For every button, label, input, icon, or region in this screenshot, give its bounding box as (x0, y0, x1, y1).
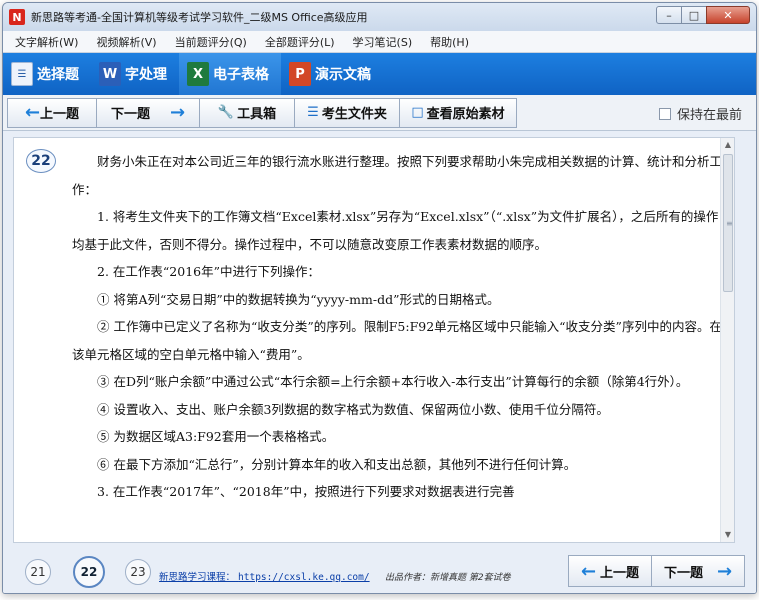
question-paragraph: ③ 在D列“账户余额”中通过公式“本行余额=上行余额+本行收入-本行支出”计算每… (97, 374, 689, 389)
toolbox-label: 工具箱 (237, 107, 277, 122)
title-bar: N 新思路等考通-全国计算机等级考试学习软件_二级MS Office高级应用 –… (3, 3, 756, 31)
question-paragraph: ① 将第A列“交易日期”中的数据转换为“yyyy-mm-dd”形式的日期格式。 (97, 291, 500, 307)
tab-choice-questions[interactable]: ☰ 选择题 (3, 53, 91, 95)
tab-spreadsheet-label: 电子表格 (213, 67, 269, 83)
tab-presentation-label: 演示文稿 (315, 67, 371, 83)
question-number-badge: 22 (26, 149, 56, 173)
question-paragraph: 1. 将考生文件夹下的工作簿文档“Excel素材.xlsx”另存为“Excel.… (72, 209, 719, 252)
bottom-bar: 21 22 23 新思路学习课程： https://cxsl.ke.qq.com… (3, 547, 756, 593)
bottom-next-label: 下一题 (663, 565, 703, 581)
question-paragraph: ④ 设置收入、支出、账户余额3列数据的数字格式为数值、保留两位小数、使用千位分隔… (97, 401, 609, 417)
bottom-prev-button[interactable]: ← 上一题 (568, 555, 652, 587)
question-paragraph: 财务小朱正在对本公司近三年的银行流水账进行整理。按照下列要求帮助小朱完成相关数据… (72, 154, 723, 197)
question-23-button[interactable]: 23 (125, 559, 151, 585)
author-info: 出品作者：新增真题 第2套试卷 (385, 573, 511, 583)
word-icon: W (99, 62, 121, 86)
prev-label: 上一题 (40, 107, 80, 122)
maximize-button[interactable]: □ (681, 6, 707, 24)
arrow-left-icon: ← (24, 102, 41, 123)
module-toolbar: ☰ 选择题 W 字处理 X 电子表格 P 演示文稿 (3, 53, 756, 95)
tab-word-processing[interactable]: W 字处理 (91, 53, 179, 95)
bottom-navigation: ← 上一题 下一题 → (568, 555, 745, 587)
question-content-pane: 22 财务小朱正在对本公司近三年的银行流水账进行整理。按照下列要求帮助小朱完成相… (13, 137, 735, 543)
question-paragraph: ② 工作簿中已定义了名称为“收支分类”的序列。限制F5:F92单元格区域中只能输… (72, 319, 722, 362)
question-text: 财务小朱正在对本公司近三年的银行流水账进行整理。按照下列要求帮助小朱完成相关数据… (72, 148, 724, 506)
wrench-icon: 🔧 (217, 105, 235, 120)
question-paragraph: ⑥ 在最下方添加“汇总行”，分别计算本年的收入和支出总额，其他列不进行任何计算。 (97, 456, 577, 472)
question-paragraph: 2. 在工作表“2016年”中进行下列操作： (97, 264, 320, 279)
minimize-button[interactable]: – (656, 6, 682, 24)
examinee-folder-button[interactable]: ☰ 考生文件夹 (294, 97, 400, 128)
menu-text-analysis[interactable]: 文字解析(W) (15, 34, 78, 50)
prev-question-button[interactable]: ← 上一题 (7, 97, 97, 128)
menu-video-analysis[interactable]: 视频解析(V) (96, 34, 156, 50)
minimize-icon: – (666, 8, 672, 22)
scroll-thumb[interactable]: ≡ (723, 154, 733, 292)
file-icon: □ (411, 105, 424, 120)
next-question-button[interactable]: 下一题 → (96, 97, 200, 128)
toolbox-button[interactable]: 🔧 工具箱 (199, 97, 295, 128)
menu-bar: 文字解析(W) 视频解析(V) 当前题评分(Q) 全部题评分(L) 学习笔记(S… (3, 31, 756, 53)
view-original-label: 查看原始素材 (426, 107, 505, 122)
question-paragraph: 3. 在工作表“2017年”、“2018年”中，按照进行下列要求对数据表进行完善 (97, 484, 515, 499)
close-button[interactable]: ✕ (706, 6, 750, 24)
scroll-up-icon[interactable]: ▲ (721, 138, 734, 152)
vertical-scrollbar[interactable]: ▲ ≡ ▼ (720, 138, 734, 542)
bottom-next-button[interactable]: 下一题 → (651, 555, 745, 587)
next-label: 下一题 (110, 107, 150, 122)
menu-score-all[interactable]: 全部题评分(L) (265, 34, 335, 50)
excel-icon: X (187, 62, 209, 86)
scroll-down-icon[interactable]: ▼ (721, 528, 734, 542)
view-original-button[interactable]: □ 查看原始素材 (399, 97, 517, 128)
arrow-right-icon: → (716, 560, 733, 582)
tab-presentation[interactable]: P 演示文稿 (281, 53, 383, 95)
document-icon: ☰ (11, 62, 33, 86)
maximize-icon: □ (688, 8, 700, 22)
powerpoint-icon: P (289, 62, 311, 86)
keep-on-top-toggle[interactable]: 保持在最前 (658, 104, 742, 123)
course-url: https://cxsl.ke.qq.com/ (238, 572, 370, 583)
course-link[interactable]: 新思路学习课程： https://cxsl.ke.qq.com/ (159, 569, 370, 583)
window-title: 新思路等考通-全国计算机等级考试学习软件_二级MS Office高级应用 (31, 11, 368, 24)
app-logo-icon: N (9, 9, 25, 25)
close-icon: ✕ (723, 8, 733, 22)
tab-word-label: 字处理 (125, 67, 167, 83)
question-21-button[interactable]: 21 (25, 559, 51, 585)
question-paragraph: ⑤ 为数据区域A3:F92套用一个表格格式。 (97, 429, 335, 444)
examinee-folder-label: 考生文件夹 (321, 107, 387, 122)
tab-spreadsheet[interactable]: X 电子表格 (179, 53, 281, 95)
keep-on-top-label: 保持在最前 (676, 108, 742, 123)
bottom-prev-label: 上一题 (600, 565, 640, 581)
question-22-button[interactable]: 22 (73, 556, 105, 588)
menu-score-current[interactable]: 当前题评分(Q) (175, 34, 247, 50)
arrow-right-icon: → (169, 102, 186, 123)
grip-icon: ≡ (726, 219, 733, 228)
folder-icon: ☰ (307, 105, 319, 120)
tab-choice-label: 选择题 (37, 67, 79, 83)
app-window: N 新思路等考通-全国计算机等级考试学习软件_二级MS Office高级应用 –… (2, 2, 757, 594)
course-label: 新思路学习课程： (159, 572, 236, 583)
navigation-toolbar: ← 上一题 下一题 → 🔧 工具箱 ☰ 考生文件夹 □ 查看原始素材 保持在最前 (3, 95, 756, 131)
menu-study-notes[interactable]: 学习笔记(S) (353, 34, 413, 50)
window-controls: – □ ✕ (656, 6, 750, 24)
arrow-left-icon: ← (580, 560, 597, 582)
menu-help[interactable]: 帮助(H) (430, 34, 469, 50)
keep-on-top-checkbox[interactable] (658, 107, 671, 120)
